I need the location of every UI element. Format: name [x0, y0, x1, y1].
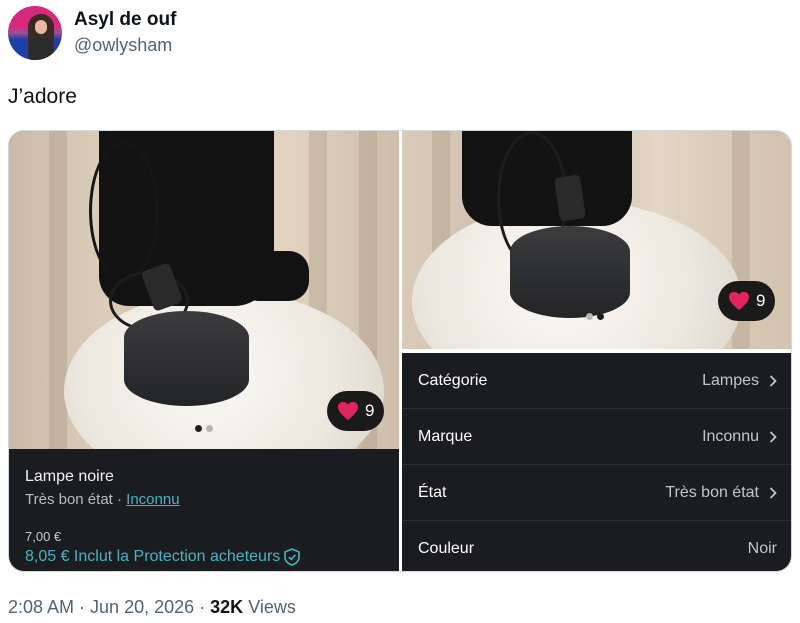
detail-value: Lampes	[702, 372, 777, 390]
detail-value-text: Très bon état	[665, 483, 759, 501]
chevron-right-icon	[769, 486, 777, 499]
listing-subtitle: Très bon état · Inconnu	[25, 491, 180, 508]
detail-value-text: Lampes	[702, 371, 759, 389]
detail-label: Couleur	[418, 540, 475, 557]
author-handle[interactable]: @owlysham	[74, 35, 172, 56]
shield-check-icon	[284, 548, 301, 566]
detail-label: Catégorie	[418, 371, 488, 389]
carousel-dot	[586, 313, 593, 320]
tweet-media[interactable]: 9 Lampe noire Très bon état · Inconnu 7,…	[8, 130, 792, 572]
meta-separator: ·	[74, 597, 91, 617]
listing-photo[interactable]: 9	[9, 131, 399, 449]
avatar-body	[30, 38, 52, 60]
price-with-protection[interactable]: 8,05 € Inclut la Protection acheteurs	[25, 548, 301, 566]
lamp-base	[510, 226, 630, 318]
detail-value: Très bon état	[665, 484, 777, 502]
listing-title[interactable]: Lampe noire	[25, 468, 114, 486]
tweet-text: J’adore	[8, 85, 77, 108]
subtitle-separator: ·	[112, 491, 127, 508]
lamp-base	[124, 311, 249, 406]
tweet-time[interactable]: 2:08 AM	[8, 597, 74, 617]
tweet-date[interactable]: Jun 20, 2026	[90, 597, 194, 617]
like-count: 9	[365, 401, 375, 420]
detail-row-condition[interactable]: État Très bon état	[402, 465, 791, 521]
views-count[interactable]: 32K	[210, 597, 243, 617]
heart-icon	[338, 401, 358, 421]
detail-value-text: Noir	[747, 540, 777, 557]
chevron-right-icon	[769, 374, 777, 387]
like-counter[interactable]: 9	[327, 391, 385, 431]
chevron-right-icon	[769, 430, 777, 443]
carousel-dots	[195, 425, 213, 432]
detail-row-color: Couleur Noir	[402, 521, 791, 571]
carousel-dots	[586, 313, 604, 320]
brand-link[interactable]: Inconnu	[126, 491, 179, 508]
detail-value-text: Inconnu	[702, 427, 759, 445]
details-screenshot[interactable]: 9 Catégorie Lampes Marque Inconnu État T…	[402, 131, 791, 571]
carousel-dot	[206, 425, 213, 432]
like-counter[interactable]: 9	[718, 281, 776, 321]
carousel-dot-active	[597, 313, 604, 320]
details-list: Catégorie Lampes Marque Inconnu État Trè…	[402, 353, 791, 571]
tweet-meta: 2:08 AM · Jun 20, 2026 · 32K Views	[8, 597, 296, 618]
lamp-cable	[89, 141, 159, 281]
cat-paw	[239, 251, 309, 301]
listing-price: 7,00 €	[25, 529, 62, 544]
protection-price-text: 8,05 € Inclut la Protection acheteurs	[25, 548, 281, 565]
detail-row-category[interactable]: Catégorie Lampes	[402, 353, 791, 409]
listing-card[interactable]: 9 Lampe noire Très bon état · Inconnu 7,…	[9, 131, 399, 571]
listing-condition: Très bon état	[25, 491, 113, 508]
detail-row-brand[interactable]: Marque Inconnu	[402, 409, 791, 465]
author-display-name[interactable]: Asyl de ouf	[74, 9, 176, 31]
like-count: 9	[756, 291, 766, 310]
avatar[interactable]	[8, 6, 62, 60]
detail-label: Marque	[418, 427, 473, 445]
detail-label: État	[418, 483, 447, 501]
meta-separator: ·	[194, 597, 211, 617]
heart-icon	[729, 291, 749, 311]
detail-value: Inconnu	[702, 428, 777, 446]
avatar-face	[35, 20, 47, 34]
views-label: Views	[248, 597, 296, 617]
carousel-dot-active	[195, 425, 202, 432]
details-photo[interactable]: 9	[402, 131, 791, 349]
detail-value: Noir	[748, 540, 777, 558]
